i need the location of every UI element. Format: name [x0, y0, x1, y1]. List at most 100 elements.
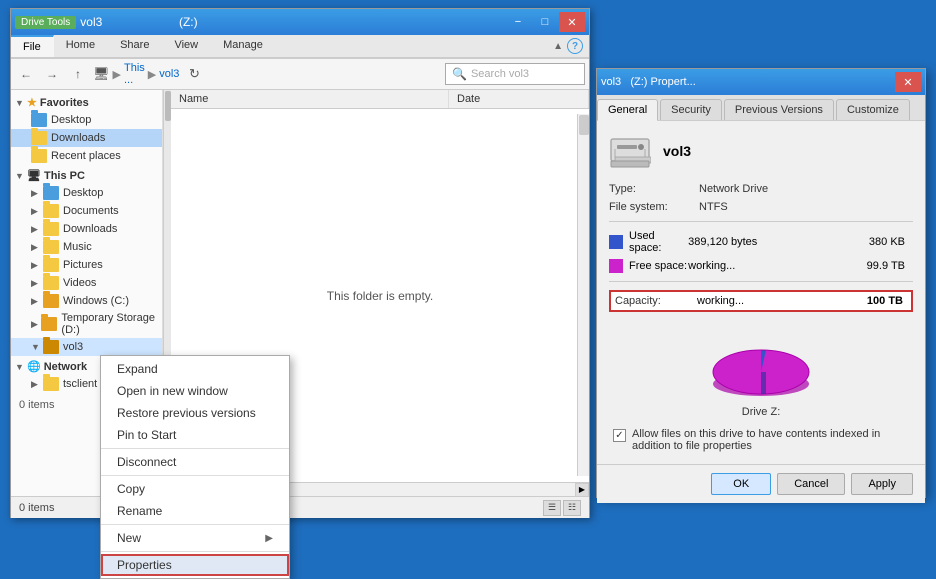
context-menu-pin-start[interactable]: Pin to Start — [101, 424, 289, 446]
props-capacity-values: working... 100 TB — [697, 295, 907, 307]
forward-button[interactable]: → — [41, 63, 63, 85]
context-menu-rename[interactable]: Rename — [101, 500, 289, 522]
props-apply-button[interactable]: Apply — [851, 473, 913, 495]
breadcrumb-thispc[interactable]: This ... — [124, 62, 145, 86]
context-menu-properties[interactable]: Properties — [101, 554, 289, 576]
sidebar-item-pictures[interactable]: ▶ Pictures — [11, 256, 162, 274]
view-buttons: ☰ ☷ — [543, 500, 581, 516]
sidebar-recent-label: Recent places — [51, 150, 121, 162]
sidebar-thispc-header[interactable]: ▼ 🖥 This PC — [11, 167, 162, 184]
pin-start-label: Pin to Start — [117, 428, 176, 442]
thispc-label: This PC — [44, 170, 85, 182]
scrollbar-thumb — [579, 115, 589, 135]
new-submenu-arrow: ▶ — [265, 533, 273, 544]
props-cancel-button[interactable]: Cancel — [777, 473, 845, 495]
props-divider2 — [609, 281, 913, 282]
status-items-count: 0 items — [19, 502, 54, 514]
tab-manage[interactable]: Manage — [211, 35, 276, 57]
breadcrumb-separator1: ▶ — [113, 68, 121, 81]
checkbox-checkmark: ✓ — [615, 430, 623, 441]
breadcrumb-separator2: ▶ — [148, 68, 156, 81]
sidebar-item-desktop-favorites[interactable]: Desktop — [11, 111, 162, 129]
sidebar-favorites-header[interactable]: ▼ ★ Favorites — [11, 94, 162, 111]
file-list-header: Name Date — [171, 90, 589, 109]
tab-home[interactable]: Home — [54, 35, 108, 57]
hscroll-right-btn[interactable]: ▶ — [575, 483, 589, 497]
context-menu-open-new-window[interactable]: Open in new window — [101, 380, 289, 402]
sidebar-thispc-section: ▼ 🖥 This PC ▶ Desktop ▶ Documents — [11, 167, 162, 356]
pie-chart-container: Drive Z: — [609, 322, 913, 418]
desktop-folder-icon — [31, 113, 47, 127]
sidebar-item-temp-storage[interactable]: ▶ Temporary Storage (D:) — [11, 310, 162, 338]
props-free-values: working... 99.9 TB — [688, 260, 913, 272]
expand-label: Expand — [117, 362, 158, 376]
list-view-button[interactable]: ☰ — [543, 500, 561, 516]
open-new-window-label: Open in new window — [117, 384, 228, 398]
refresh-button[interactable]: ↻ — [183, 63, 205, 85]
search-box[interactable]: 🔍 Search vol3 — [445, 63, 585, 85]
props-tab-customize[interactable]: Customize — [836, 99, 910, 120]
sidebar-tsclient-label: tsclient — [63, 378, 97, 390]
context-menu-copy[interactable]: Copy — [101, 478, 289, 500]
details-view-button[interactable]: ☷ — [563, 500, 581, 516]
sidebar-scrollbar-thumb — [165, 91, 171, 121]
sidebar-item-recent-places[interactable]: Recent places — [11, 147, 162, 165]
sidebar-item-music[interactable]: ▶ Music — [11, 238, 162, 256]
ribbon-help-icon[interactable]: ? — [567, 38, 583, 54]
title-bar-left: Drive Tools vol3 (Z:) — [15, 15, 198, 29]
dl-expand-icon: ▶ — [31, 224, 41, 235]
context-menu-restore-versions[interactable]: Restore previous versions — [101, 402, 289, 424]
context-menu-sep1 — [101, 448, 289, 449]
pictures-folder-icon — [43, 258, 59, 272]
vol3-icon — [43, 340, 59, 354]
props-tab-previous-versions[interactable]: Previous Versions — [724, 99, 834, 120]
maximize-button[interactable]: □ — [532, 12, 558, 32]
sidebar-item-vol3[interactable]: ▼ vol3 — [11, 338, 162, 356]
sidebar-temp-label: Temporary Storage (D:) — [61, 312, 158, 336]
up-button[interactable]: ↑ — [67, 63, 89, 85]
new-label: New — [117, 531, 141, 545]
tab-share[interactable]: Share — [108, 35, 162, 57]
tab-file[interactable]: File — [11, 35, 54, 57]
props-type-label: Type: — [609, 183, 699, 195]
close-button[interactable]: ✕ — [559, 12, 585, 32]
context-menu-expand[interactable]: Expand — [101, 358, 289, 380]
props-header: vol3 — [609, 133, 913, 169]
props-capacity-row: Capacity: working... 100 TB — [609, 290, 913, 312]
props-checkbox-text: Allow files on this drive to have conten… — [632, 428, 909, 452]
sidebar-item-windows-c[interactable]: ▶ Windows (C:) — [11, 292, 162, 310]
props-tab-general[interactable]: General — [597, 99, 658, 121]
index-checkbox[interactable]: ✓ — [613, 429, 626, 442]
props-drive-name: vol3 — [663, 143, 691, 159]
context-menu-disconnect[interactable]: Disconnect — [101, 451, 289, 473]
breadcrumb-vol3[interactable]: vol3 — [159, 68, 179, 80]
col-header-name[interactable]: Name — [171, 90, 449, 108]
sidebar-item-downloads-favorites[interactable]: Downloads — [11, 129, 162, 147]
sidebar-item-documents[interactable]: ▶ Documents — [11, 202, 162, 220]
ribbon-collapse-icon[interactable]: ▲ — [553, 41, 563, 52]
tab-view[interactable]: View — [162, 35, 211, 57]
props-fs-value: NTFS — [699, 201, 728, 213]
props-used-size: 380 KB — [869, 236, 905, 248]
props-close-button[interactable]: ✕ — [895, 72, 921, 92]
sidebar-windows-c-label: Windows (C:) — [63, 295, 129, 307]
file-list-scrollbar[interactable] — [577, 114, 589, 476]
props-checkbox-row: ✓ Allow files on this drive to have cont… — [609, 428, 913, 452]
sidebar-desktop-label: Desktop — [51, 114, 91, 126]
minimize-button[interactable]: − — [505, 12, 531, 32]
music-folder-icon — [43, 240, 59, 254]
col-header-date[interactable]: Date — [449, 90, 589, 108]
props-ok-button[interactable]: OK — [711, 473, 771, 495]
title-bar-controls: − □ ✕ — [505, 12, 585, 32]
title-bar: Drive Tools vol3 (Z:) − □ ✕ — [11, 9, 589, 35]
context-menu-new[interactable]: New ▶ — [101, 527, 289, 549]
props-tab-security[interactable]: Security — [660, 99, 722, 120]
network-icon: 🌐 — [27, 360, 41, 373]
music-expand-icon: ▶ — [31, 242, 41, 253]
back-button[interactable]: ← — [15, 63, 37, 85]
sidebar-item-videos[interactable]: ▶ Videos — [11, 274, 162, 292]
sidebar-item-desktop-pc[interactable]: ▶ Desktop — [11, 184, 162, 202]
drive-icon — [609, 133, 651, 169]
address-bar: ← → ↑ 🖥 ▶ This ... ▶ vol3 ↻ 🔍 Search vol… — [11, 59, 589, 90]
sidebar-item-downloads-pc[interactable]: ▶ Downloads — [11, 220, 162, 238]
